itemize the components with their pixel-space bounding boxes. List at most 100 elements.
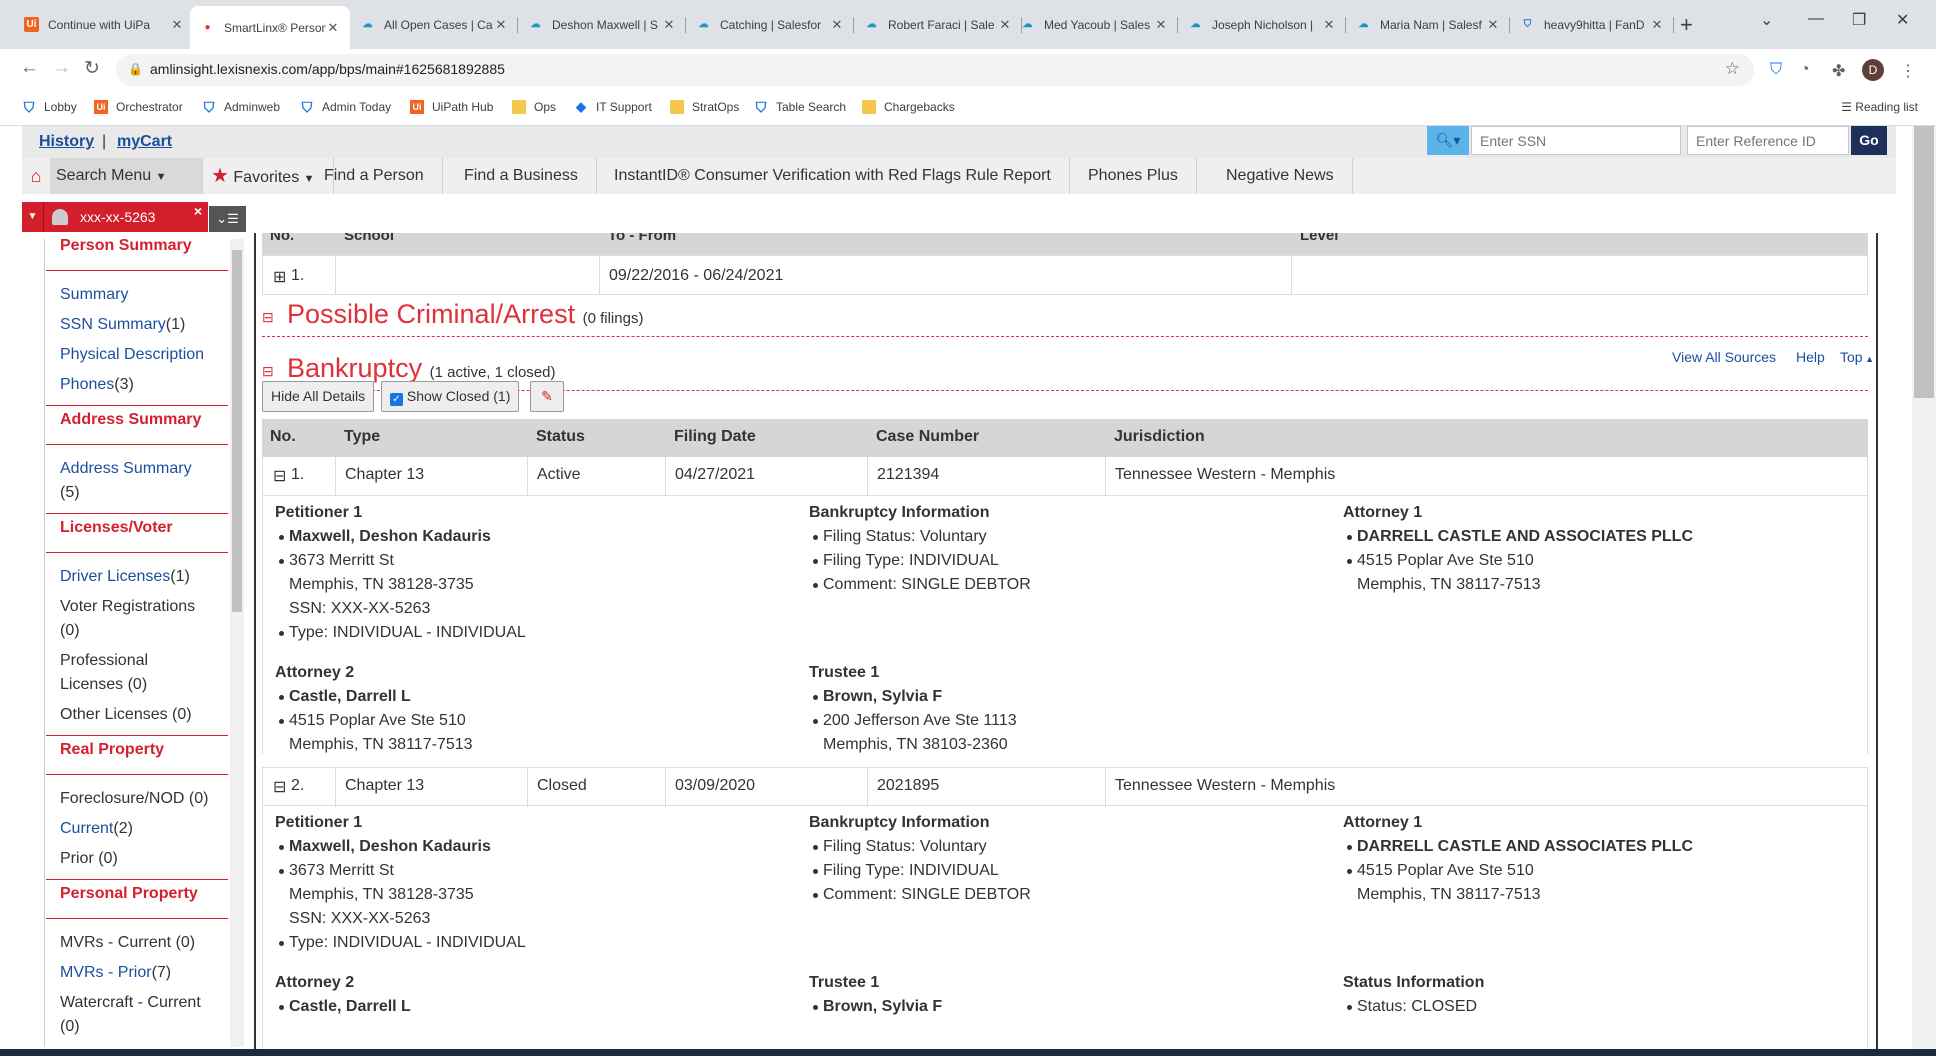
bookmark-stratops[interactable]: StratOps	[670, 100, 739, 114]
shield-icon: ⛉	[23, 98, 35, 115]
restore-button[interactable]: ❐	[1852, 10, 1866, 30]
menu-instantid-report[interactable]: InstantID® Consumer Verification with Re…	[596, 158, 1070, 194]
close-icon[interactable]: ✕	[1322, 17, 1336, 33]
tab-list-toggle[interactable]: ⌄☰	[209, 206, 246, 232]
tab-search-icon[interactable]: ⌄	[1760, 10, 1773, 30]
browser-tab[interactable]: ☁ Maria Nam | Salesf ✕	[1346, 9, 1510, 40]
browser-tab[interactable]: Ui Continue with UiPa ✕	[14, 9, 194, 40]
checkbox-checked-icon[interactable]: ✓	[390, 393, 403, 406]
sidebar-header-licenses-voter[interactable]: Licenses/Voter	[46, 513, 228, 553]
back-icon[interactable]: ←	[20, 57, 39, 79]
browser-tab[interactable]: ⛉ heavy9hitta | FanD ✕	[1510, 9, 1674, 40]
petitioner-block: Petitioner 1 Maxwell, Deshon Kadauris 36…	[275, 811, 526, 955]
browser-tab[interactable]: ☁ Robert Faraci | Sale ✕	[854, 9, 1022, 40]
puzzle-icon[interactable]: ✤	[1832, 61, 1845, 81]
url-field[interactable]: 🔒 amlinsight.lexisnexis.com/app/bps/main…	[116, 54, 1754, 86]
close-icon[interactable]: ✕	[1486, 17, 1500, 33]
expand-icon[interactable]: ⊞	[273, 267, 286, 287]
sidebar-item-summary[interactable]: Summary	[60, 283, 128, 307]
menu-find-person[interactable]: Find a Person	[306, 158, 443, 194]
browser-tab-active[interactable]: ● SmartLinx® Person ✕	[190, 6, 350, 49]
reload-icon[interactable]: ↻	[84, 57, 100, 80]
close-icon[interactable]: ✕	[1650, 17, 1664, 33]
menu-find-business[interactable]: Find a Business	[446, 158, 597, 194]
collapse-icon[interactable]: ⊟	[273, 466, 286, 486]
close-icon[interactable]: ✕	[494, 17, 508, 33]
sidebar-item-watercraft-count: (0)	[60, 1018, 80, 1035]
close-icon[interactable]: ×	[194, 196, 202, 226]
avatar[interactable]: D	[1862, 59, 1884, 81]
table-row[interactable]: ⊟ 1. Chapter 13 Active 04/27/2021 212139…	[262, 457, 1868, 496]
bookmark-lobby[interactable]: ⛉ Lobby	[22, 98, 77, 115]
sidebar-item-driver-licenses[interactable]: Driver Licenses(1)	[60, 565, 190, 589]
sidebar-item-current[interactable]: Current(2)	[60, 817, 133, 841]
close-icon[interactable]: ✕	[830, 17, 844, 33]
bookmark-table-search[interactable]: ⛉ Table Search	[754, 98, 846, 115]
bookmark-admin-today[interactable]: ⛉ Admin Today	[300, 99, 391, 115]
row-detail-panel: Petitioner 1 Maxwell, Deshon Kadauris 36…	[262, 806, 1868, 1056]
bookmark-orchestrator[interactable]: Ui Orchestrator	[94, 100, 183, 114]
reading-list-button[interactable]: ☰ Reading list	[1841, 100, 1918, 114]
minimize-button[interactable]: —	[1808, 10, 1824, 28]
sidebar-item-ssn-summary[interactable]: SSN Summary(1)	[60, 313, 185, 337]
search-menu-dropdown[interactable]: Search Menu ▼	[50, 158, 202, 194]
help-link[interactable]: Help	[1796, 349, 1825, 365]
ssn-input[interactable]	[1471, 126, 1681, 155]
more-menu-icon[interactable]: ⋮	[1900, 61, 1916, 81]
close-icon[interactable]: ✕	[170, 17, 184, 33]
sidebar-header-person-summary[interactable]: Person Summary	[46, 239, 228, 271]
close-icon[interactable]: ✕	[326, 20, 340, 36]
sidebar-item-address-summary[interactable]: Address Summary	[60, 457, 192, 481]
search-type-dropdown[interactable]: 🔍︎▾	[1427, 126, 1469, 155]
browser-tab[interactable]: ☁ Med Yacoub | Sales ✕	[1010, 9, 1178, 40]
home-icon[interactable]: ⌂	[22, 158, 50, 194]
table-row[interactable]: ⊟ 2. Chapter 13 Closed 03/09/2020 202189…	[262, 767, 1868, 807]
sidebar-item-phones[interactable]: Phones(3)	[60, 373, 134, 397]
bookmarks-bar: ⛉ Lobby Ui Orchestrator ⛉ Adminweb ⛉ Admin T…	[0, 91, 1936, 126]
forward-icon[interactable]: →	[52, 57, 71, 79]
bookmark-uipath-hub[interactable]: Ui UiPath Hub	[410, 100, 493, 114]
shield-icon: ⛉	[755, 98, 767, 115]
sidebar-item-physical-description[interactable]: Physical Description	[60, 343, 204, 367]
bookmark-chargebacks[interactable]: Chargebacks	[862, 100, 955, 114]
shield-extension-icon[interactable]: ⛉	[1770, 61, 1782, 79]
edit-note-button[interactable]: ✎	[530, 381, 564, 412]
collapse-icon[interactable]: ⊟	[273, 777, 286, 797]
browser-tab[interactable]: ☁ Joseph Nicholson | ✕	[1178, 9, 1346, 40]
salesforce-icon: ☁	[1022, 19, 1033, 30]
hide-all-details-button[interactable]: Hide All Details	[262, 381, 375, 412]
view-all-sources-link[interactable]: View All Sources	[1672, 349, 1776, 365]
browser-tab[interactable]: ☁ Deshon Maxwell | S ✕	[518, 9, 686, 40]
collapse-icon[interactable]: ⊟	[262, 363, 274, 380]
folder-icon	[512, 100, 526, 114]
collapse-icon[interactable]: ⊟	[262, 309, 274, 326]
bookmark-adminweb[interactable]: ⛉ Adminweb	[202, 99, 280, 115]
caret-down-icon[interactable]: ▼	[22, 202, 44, 232]
sidebar-header-personal-property[interactable]: Personal Property	[46, 879, 228, 919]
subject-tab[interactable]: ▼ xxx-xx-5263 ×	[22, 202, 208, 232]
show-closed-toggle[interactable]: ✓ Show Closed (1)	[381, 381, 520, 412]
sidebar-header-real-property[interactable]: Real Property	[46, 735, 228, 775]
new-tab-button[interactable]: +	[1680, 12, 1693, 38]
menu-negative-news[interactable]: Negative News	[1208, 158, 1353, 194]
close-icon[interactable]: ✕	[662, 17, 676, 33]
sidebar-item-professional: Professional	[60, 652, 149, 669]
sidebar-scrollbar-thumb[interactable]	[232, 250, 242, 612]
mycart-link[interactable]: myCart	[117, 133, 172, 151]
sidebar-item-mvrs-prior[interactable]: MVRs - Prior(7)	[60, 961, 171, 985]
bookmark-it-support[interactable]: ◆ IT Support	[574, 99, 652, 114]
page-scrollbar-thumb[interactable]	[1914, 126, 1934, 398]
reference-id-input[interactable]	[1687, 126, 1849, 155]
sidebar-header-address-summary[interactable]: Address Summary	[46, 405, 228, 445]
close-icon[interactable]: ✕	[1154, 17, 1168, 33]
go-button[interactable]: Go	[1851, 126, 1887, 155]
menu-phones-plus[interactable]: Phones Plus	[1070, 158, 1197, 194]
browser-tab[interactable]: ☁ Catching | Salesfor ✕	[686, 9, 854, 40]
extension-icon[interactable]: ◔	[1800, 61, 1810, 79]
bookmark-star-icon[interactable]: ☆	[1725, 59, 1740, 79]
top-link[interactable]: Top ▲	[1840, 349, 1874, 365]
close-window-button[interactable]: ✕	[1896, 10, 1909, 30]
bookmark-ops[interactable]: Ops	[512, 100, 556, 114]
history-link[interactable]: History	[39, 133, 94, 151]
browser-tab[interactable]: ☁ All Open Cases | Ca ✕	[350, 9, 518, 40]
